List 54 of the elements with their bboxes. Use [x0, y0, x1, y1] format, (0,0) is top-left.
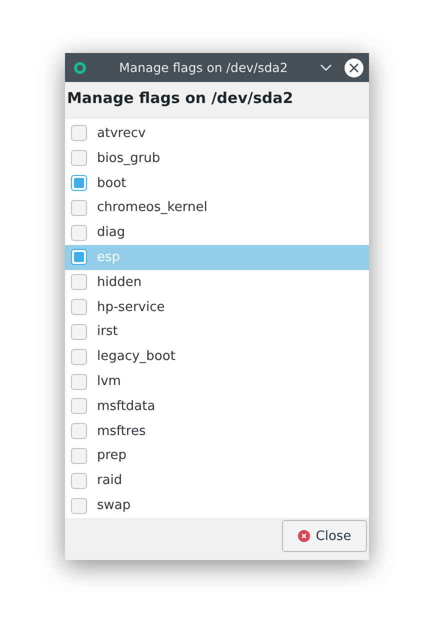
- checkbox[interactable]: [71, 398, 87, 414]
- flag-item[interactable]: chromeos_kernel: [65, 195, 369, 220]
- flag-item[interactable]: raid: [65, 468, 369, 494]
- checkbox[interactable]: [71, 224, 87, 241]
- flag-item[interactable]: hidden: [65, 270, 369, 295]
- flag-item[interactable]: atvrecv: [65, 121, 369, 146]
- flag-label: boot: [97, 176, 126, 191]
- close-icon[interactable]: [344, 58, 364, 78]
- flag-item[interactable]: prep: [65, 444, 369, 468]
- close-button[interactable]: Close: [282, 520, 367, 552]
- flag-item[interactable]: legacy_boot: [65, 344, 369, 370]
- checkbox[interactable]: [71, 150, 87, 166]
- flag-item[interactable]: diag: [65, 220, 369, 246]
- flag-label: atvrecv: [97, 126, 146, 141]
- flag-label: bios_grub: [97, 150, 160, 166]
- checkbox[interactable]: [71, 423, 87, 440]
- flag-item[interactable]: bios_grub: [65, 146, 369, 171]
- checkbox[interactable]: [71, 472, 87, 489]
- flag-label: hp-service: [97, 300, 165, 315]
- app-icon: [73, 60, 87, 74]
- checkbox[interactable]: [71, 374, 87, 390]
- flag-item[interactable]: irst: [65, 320, 369, 344]
- checkbox[interactable]: [71, 324, 87, 340]
- close-icon: [298, 530, 310, 542]
- checkbox[interactable]: [71, 200, 87, 216]
- flag-label: legacy_boot: [97, 349, 176, 364]
- flag-label: diag: [97, 225, 126, 240]
- flag-label: chromeos_kernel: [97, 200, 208, 216]
- flag-label: prep: [97, 448, 127, 464]
- checkbox[interactable]: [71, 348, 87, 365]
- window-title: Manage flags on /dev/sda2: [118, 60, 289, 75]
- checkbox[interactable]: [71, 125, 87, 142]
- flag-label: raid: [97, 473, 122, 488]
- flag-item[interactable]: lvm: [65, 369, 369, 394]
- checkbox[interactable]: [71, 249, 87, 266]
- flag-label: esp: [97, 250, 120, 265]
- checkbox[interactable]: [71, 299, 87, 316]
- checkbox[interactable]: [71, 274, 87, 290]
- flag-label: swap: [97, 498, 131, 514]
- flag-item[interactable]: msftres: [65, 418, 369, 444]
- checkbox[interactable]: [71, 498, 87, 514]
- flag-label: irst: [97, 324, 118, 340]
- checkbox[interactable]: [71, 175, 87, 192]
- checkbox[interactable]: [71, 448, 87, 464]
- flag-item[interactable]: boot: [65, 170, 369, 196]
- flag-label: lvm: [97, 374, 121, 390]
- flag-item[interactable]: msftdata: [65, 394, 369, 419]
- flag-label: msftdata: [97, 398, 156, 414]
- flag-item[interactable]: hp-service: [65, 294, 369, 320]
- chevron-down-icon[interactable]: [320, 64, 332, 72]
- flag-label: hidden: [97, 274, 142, 290]
- dialog-heading: Manage flags on /dev/sda2: [66, 88, 294, 109]
- flag-label: msftres: [97, 424, 146, 439]
- flag-item[interactable]: swap: [65, 493, 369, 518]
